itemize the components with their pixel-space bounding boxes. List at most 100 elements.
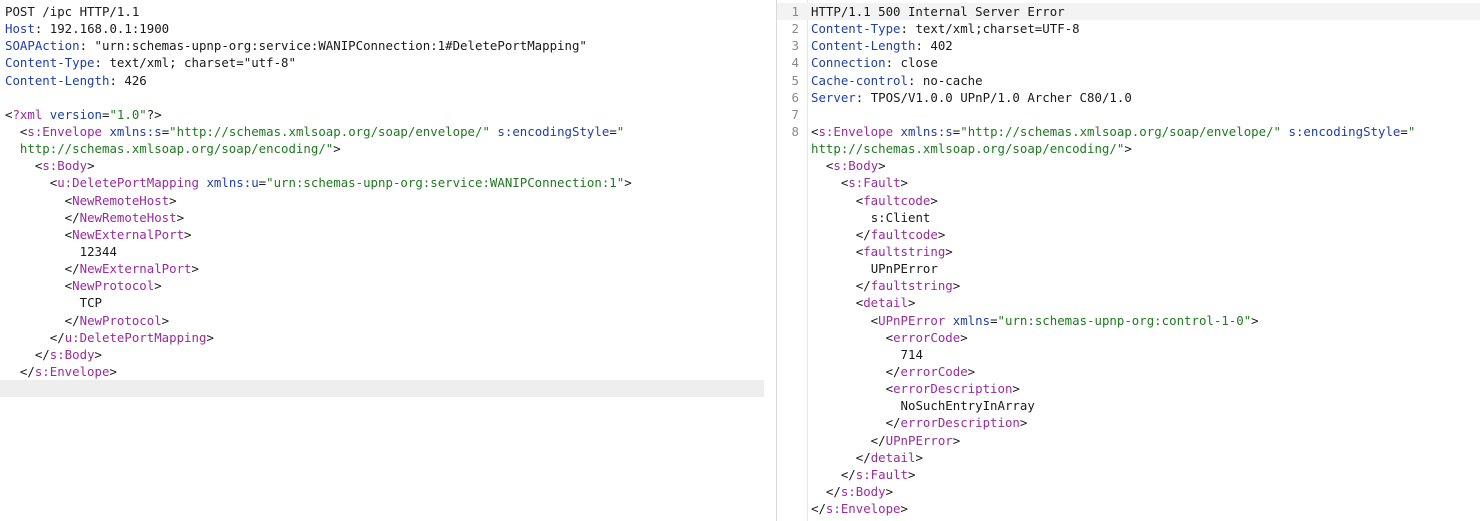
blank-line: 7: [777, 106, 1480, 123]
xml-faultcode-open: <faultcode>: [811, 192, 938, 208]
xml-tag: UPnPError: [878, 312, 946, 328]
header-value: 192.168.0.1:1900: [49, 21, 170, 37]
request-editor[interactable]: POST /ipc HTTP/1.1 Host: 192.168.0.1:190…: [0, 0, 764, 521]
xml-attr: xmlns: [952, 312, 991, 328]
xml-tag: faultstring: [870, 278, 953, 294]
status-line-text: HTTP/1.1 500 Internal Server Error: [811, 4, 1065, 19]
xml-upnp-error-close: </UPnPError>: [811, 432, 961, 448]
line-number: 1: [791, 4, 799, 19]
xml-external-port-open: <NewExternalPort>: [5, 226, 192, 242]
xml-tag: u:DeletePortMapping: [64, 329, 207, 345]
xml-body-open: <s:Body>: [5, 158, 95, 174]
xml-text-value: UPnPError: [870, 261, 938, 277]
response-header: 3 Content-Length: 402: [777, 37, 1480, 54]
header-value: text/xml;charset=UTF-8: [915, 21, 1080, 37]
xml-decl-attr: version: [49, 106, 102, 122]
xml-fault-open: <s:Fault>: [811, 175, 908, 191]
xml-tag: detail: [863, 295, 908, 311]
xml-tag: errorCode: [893, 329, 961, 345]
xml-remote-host-open: <NewRemoteHost>: [5, 192, 177, 208]
xml-protocol-value: TCP: [5, 294, 764, 311]
xml-attr: s:encodingStyle: [497, 123, 610, 139]
xml-error-desc-open: <errorDescription>: [811, 381, 1020, 397]
http-message-viewer: POST /ipc HTTP/1.1 Host: 192.168.0.1:190…: [0, 0, 1480, 521]
xml-tag: s:Fault: [848, 175, 901, 191]
xml-attr-value: "http://schemas.xmlsoap.org/soap/envelop…: [169, 123, 490, 139]
xml-attr-value: http://schemas.xmlsoap.org/soap/encoding…: [19, 141, 334, 157]
response-header: 5 Cache-control: no-cache: [777, 72, 1480, 89]
xml-error-code-value: 714: [777, 346, 1480, 363]
xml-attr: s:encodingStyle: [1288, 123, 1401, 139]
xml-error-desc-close: </errorDescription>: [811, 415, 1028, 431]
xml-action-close: </u:DeletePortMapping>: [5, 329, 214, 345]
xml-text-value: 12344: [79, 243, 117, 259]
xml-tag: s:Envelope: [27, 123, 102, 139]
xml-tag: s:Envelope: [818, 123, 894, 139]
xml-text-value: TCP: [79, 295, 102, 311]
xml-text-value: 714: [900, 346, 923, 362]
xml-external-port-value: 12344: [5, 243, 764, 260]
xml-attr-value: http://schemas.xmlsoap.org/soap/encoding…: [811, 141, 1125, 157]
xml-tag: s:Body: [42, 158, 88, 174]
xml-tag: faultcode: [863, 192, 931, 208]
xml-tag: s:Envelope: [825, 501, 901, 517]
header-name: Content-Type: [5, 55, 95, 71]
header-value: close: [900, 55, 938, 71]
header-value: "urn:schemas-upnp-org:service:WANIPConne…: [94, 38, 587, 54]
line-number: 8: [791, 123, 799, 139]
xml-body-close: </s:Body>: [5, 346, 102, 362]
xml-tag: s:Body: [840, 483, 886, 499]
current-line-highlight[interactable]: [0, 380, 764, 398]
xml-faultstring-close: </faultstring>: [811, 278, 961, 294]
xml-tag: UPnPError: [885, 432, 953, 448]
xml-faultcode-value: s:Client: [777, 209, 1480, 226]
xml-detail-close: </detail>: [811, 449, 923, 465]
header-name: SOAPAction: [5, 38, 80, 54]
line-number: 7: [791, 106, 799, 122]
header-value: 402: [930, 38, 953, 54]
xml-tag: s:Fault: [855, 466, 908, 482]
xml-attr-value: "urn:schemas-upnp-org:service:WANIPConne…: [266, 175, 625, 191]
request-line: POST /ipc HTTP/1.1: [5, 3, 764, 20]
header-value: no-cache: [922, 72, 983, 88]
line-number: 5: [791, 72, 799, 88]
request-header: SOAPAction: "urn:schemas-upnp-org:servic…: [5, 38, 587, 54]
header-value: text/xml; charset="utf-8": [109, 55, 296, 71]
xml-attr: xmlns:u: [206, 175, 259, 191]
xml-error-code-open: <errorCode>: [811, 329, 968, 345]
xml-protocol-open: <NewProtocol>: [5, 278, 162, 294]
header-name: Content-Type: [811, 21, 901, 37]
header-value: 426: [124, 72, 147, 88]
xml-tag: NewRemoteHost: [79, 209, 177, 225]
xml-external-port-close: </NewExternalPort>: [5, 261, 199, 277]
xml-envelope-open-cont: http://schemas.xmlsoap.org/soap/encoding…: [19, 141, 341, 157]
header-name: Connection: [811, 55, 886, 71]
xml-attr-value: ": [1407, 123, 1416, 139]
request-header: Content-Type: text/xml; charset="utf-8": [5, 55, 296, 71]
xml-protocol-close: </NewProtocol>: [5, 312, 170, 328]
header-name: Server: [811, 89, 856, 105]
xml-decl-value: "1.0": [109, 106, 147, 122]
xml-tag: s:Body: [833, 158, 879, 174]
xml-error-desc-value: NoSuchEntryInArray: [777, 397, 1480, 414]
status-line: 1 HTTP/1.1 500 Internal Server Error: [777, 3, 1480, 21]
request-code: POST /ipc HTTP/1.1 Host: 192.168.0.1:190…: [0, 3, 764, 398]
response-editor[interactable]: 1 HTTP/1.1 500 Internal Server Error 2 Con…: [777, 0, 1480, 521]
response-code: 1 HTTP/1.1 500 Internal Server Error 2 Con…: [777, 3, 1480, 517]
xml-tag: NewProtocol: [79, 312, 162, 328]
xml-tag: s:Envelope: [34, 363, 110, 379]
response-header: 6 Server: TPOS/V1.0.0 UPnP/1.0 Archer C80…: [777, 89, 1480, 106]
xml-tag: errorDescription: [893, 381, 1013, 397]
xml-tag: faultcode: [870, 226, 938, 242]
xml-faultcode-close: </faultcode>: [811, 226, 946, 242]
xml-envelope-open: 8 <s:Envelope xmlns:s="http://schemas.xml…: [777, 123, 1480, 140]
xml-tag: NewExternalPort: [79, 261, 192, 277]
xml-error-code-close: </errorCode>: [811, 363, 976, 379]
xml-body-close: </s:Body>: [811, 483, 894, 499]
xml-attr: xmlns:s: [900, 123, 953, 139]
xml-attr: xmlns:s: [109, 123, 162, 139]
xml-tag: NewRemoteHost: [72, 192, 170, 208]
request-header: Host: 192.168.0.1:1900: [5, 21, 170, 37]
header-name: Cache-control: [811, 72, 908, 88]
